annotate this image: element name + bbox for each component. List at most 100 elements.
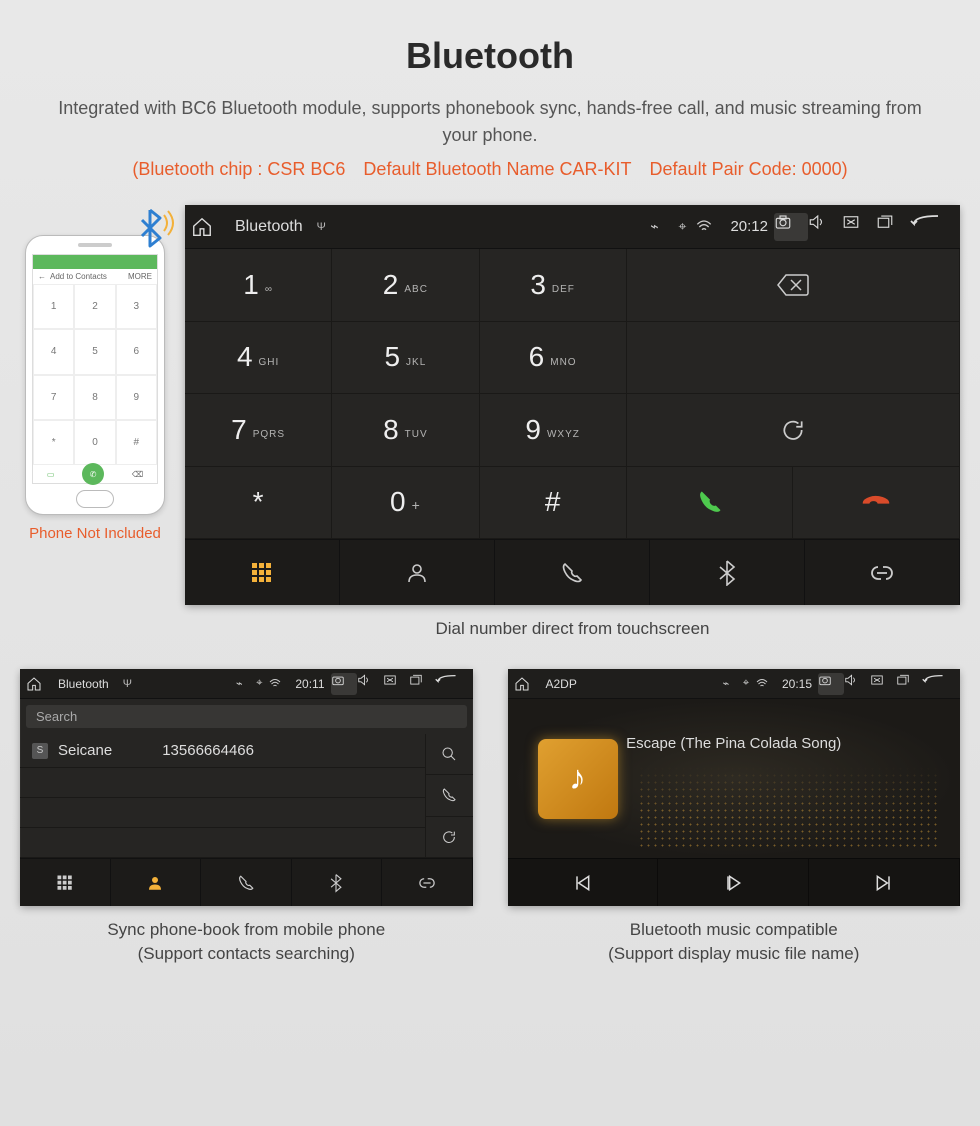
back-icon[interactable] (910, 213, 954, 241)
key-8[interactable]: 8TUV (332, 394, 479, 467)
close-icon[interactable] (842, 213, 876, 241)
home-icon[interactable] (514, 676, 542, 692)
status-time: 20:12 (730, 218, 768, 235)
backspace-icon: ⌫ (132, 470, 143, 479)
key-star[interactable]: * (185, 467, 332, 540)
close-icon[interactable] (383, 673, 409, 695)
key-5[interactable]: 5JKL (332, 322, 479, 395)
status-title: Bluetooth (235, 218, 303, 236)
tab-link[interactable] (805, 540, 960, 605)
location-icon: ⌖ (249, 677, 269, 690)
contact-tag: S (32, 743, 48, 759)
tab-bluetooth[interactable] (650, 540, 805, 605)
dialer-caption: Dial number direct from touchscreen (185, 619, 960, 639)
spec-line: (Bluetooth chip : CSR BC6 Default Blueto… (0, 159, 980, 180)
home-icon[interactable] (191, 216, 231, 238)
tab-bluetooth[interactable] (292, 859, 383, 906)
tab-bar (185, 539, 960, 605)
location-icon: ⌖ (668, 218, 696, 235)
recent-icon[interactable] (876, 213, 910, 241)
song-title: Escape (The Pina Colada Song) (626, 735, 841, 752)
bluetooth-icon (130, 205, 180, 255)
phonebook-device: Bluetooth Ψ ⌁ ⌖ 20:11 Search S Seicane (20, 669, 473, 906)
back-arrow-icon: ← (38, 272, 46, 281)
side-call-button[interactable] (425, 775, 473, 816)
contact-number: 13566664466 (162, 742, 254, 759)
bluetooth-status-icon: ⌁ (716, 677, 736, 690)
phonebook-caption: Sync phone-book from mobile phone(Suppor… (20, 918, 473, 966)
volume-icon[interactable] (357, 673, 383, 695)
music-device: A2DP ⌁ ⌖ 20:15 Escape (The Pina Colada S… (508, 669, 961, 906)
close-icon[interactable] (870, 673, 896, 695)
usb-icon: Ψ (317, 221, 326, 233)
recent-icon[interactable] (409, 673, 435, 695)
contact-name: Seicane (58, 742, 112, 759)
tab-calllog[interactable] (201, 859, 292, 906)
recent-icon[interactable] (896, 673, 922, 695)
key-0[interactable]: 0+ (332, 467, 479, 540)
search-input[interactable]: Search (26, 705, 467, 728)
home-icon[interactable] (26, 676, 54, 692)
page-subtitle: Integrated with BC6 Bluetooth module, su… (40, 95, 940, 149)
tab-contacts[interactable] (111, 859, 202, 906)
prev-button[interactable] (508, 859, 659, 906)
volume-icon[interactable] (844, 673, 870, 695)
tab-calllog[interactable] (495, 540, 650, 605)
wifi-icon (269, 678, 289, 690)
phone-note: Phone Not Included (20, 525, 170, 542)
usb-icon: Ψ (123, 678, 132, 690)
key-9[interactable]: 9WXYZ (480, 394, 627, 467)
call-button[interactable] (627, 467, 794, 540)
tab-link[interactable] (382, 859, 473, 906)
bluetooth-status-icon: ⌁ (640, 218, 668, 235)
key-1[interactable]: 1∞ (185, 249, 332, 322)
tab-dialpad[interactable] (185, 540, 340, 605)
key-4[interactable]: 4GHI (185, 322, 332, 395)
key-6[interactable]: 6MNO (480, 322, 627, 395)
contact-row[interactable]: S Seicane 13566664466 (20, 734, 425, 768)
status-bar: Bluetooth Ψ ⌁ ⌖ 20:12 (185, 205, 960, 249)
phone-mock: ← Add to Contacts MORE 123 456 789 *0# ▭… (20, 205, 170, 542)
volume-icon[interactable] (808, 213, 842, 241)
equalizer-visual (638, 758, 941, 848)
wifi-icon (696, 219, 724, 235)
tab-contacts[interactable] (340, 540, 495, 605)
side-refresh-button[interactable] (425, 817, 473, 858)
backspace-button[interactable] (627, 249, 960, 322)
music-body: Escape (The Pina Colada Song) ♪ (508, 699, 961, 858)
status-title: Bluetooth (58, 677, 109, 691)
status-title: A2DP (546, 677, 577, 691)
dialer-device: Bluetooth Ψ ⌁ ⌖ 20:12 (185, 205, 960, 605)
page-title: Bluetooth (0, 35, 980, 77)
screenshot-icon[interactable] (774, 213, 808, 241)
hangup-button[interactable] (793, 467, 960, 540)
dial-keypad: 1∞ 2ABC 3DEF 4GHI 5JKL 6MNO 7PQRS 8TUV 9… (185, 249, 627, 539)
call-icon: ✆ (82, 463, 104, 485)
back-icon[interactable] (435, 673, 467, 695)
next-button[interactable] (809, 859, 960, 906)
back-icon[interactable] (922, 673, 954, 695)
screenshot-icon[interactable] (818, 673, 844, 695)
refresh-button[interactable] (627, 394, 960, 467)
tab-dialpad[interactable] (20, 859, 111, 906)
key-hash[interactable]: # (480, 467, 627, 540)
message-icon: ▭ (47, 470, 55, 479)
bluetooth-status-icon: ⌁ (229, 677, 249, 690)
add-contacts-label: Add to Contacts (50, 272, 107, 281)
play-button[interactable] (658, 859, 809, 906)
phone-keypad: 123 456 789 *0# (33, 284, 157, 465)
location-icon: ⌖ (736, 677, 756, 690)
more-label: MORE (128, 272, 152, 281)
music-controls (508, 858, 961, 906)
album-art-icon: ♪ (538, 739, 618, 819)
screenshot-icon[interactable] (331, 673, 357, 695)
music-caption: Bluetooth music compatible(Support displ… (508, 918, 961, 966)
wifi-icon (756, 678, 776, 690)
status-time: 20:15 (782, 677, 812, 691)
key-3[interactable]: 3DEF (480, 249, 627, 322)
side-search-button[interactable] (425, 734, 473, 775)
key-7[interactable]: 7PQRS (185, 394, 332, 467)
key-2[interactable]: 2ABC (332, 249, 479, 322)
status-time: 20:11 (295, 677, 324, 691)
contact-list: S Seicane 13566664466 (20, 734, 425, 858)
